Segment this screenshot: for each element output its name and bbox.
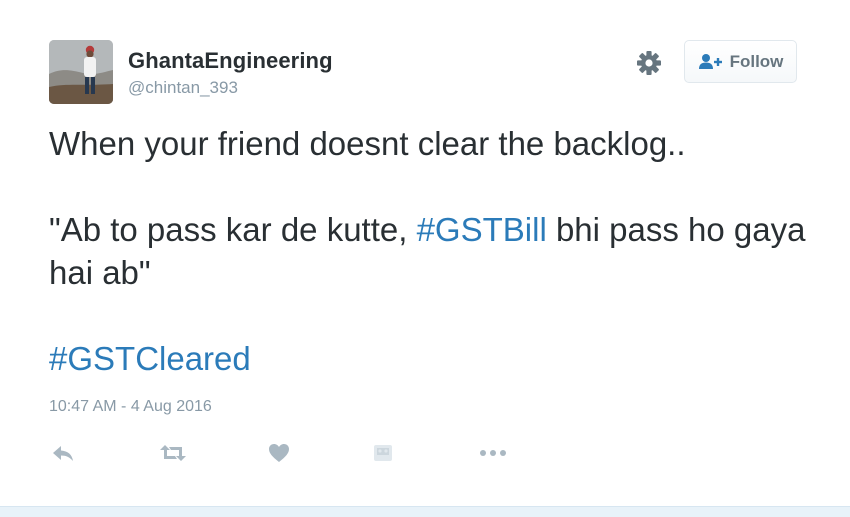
follow-button[interactable]: Follow [684, 40, 797, 83]
footer-strip [0, 506, 850, 517]
follow-label: Follow [729, 51, 784, 71]
avatar-photo [49, 40, 113, 104]
follow-user-icon [698, 53, 722, 69]
grayed-media-icon[interactable] [372, 440, 394, 466]
gear-icon[interactable] [636, 50, 662, 76]
retweet-icon[interactable] [156, 440, 190, 466]
more-icon[interactable] [478, 440, 508, 466]
avatar[interactable] [49, 40, 113, 104]
tweet-page: GhantaEngineering @chintan_393 Follow Wh… [0, 0, 850, 517]
hashtag-gstcleared[interactable]: #GSTCleared [49, 340, 251, 377]
author-name[interactable]: GhantaEngineering [128, 48, 333, 74]
tweet-line-2: "Ab to pass kar de kutte, #GSTBill bhi p… [49, 208, 809, 294]
tweet-timestamp[interactable]: 10:47 AM - 4 Aug 2016 [49, 398, 212, 416]
hashtag-gstbill[interactable]: #GSTBill [417, 211, 547, 248]
like-icon[interactable] [266, 440, 292, 466]
author-handle[interactable]: @chintan_393 [128, 78, 238, 98]
tweet-quote-start: "Ab to pass kar de kutte, [49, 211, 417, 248]
reply-icon[interactable] [49, 440, 77, 466]
tweet-text: When your friend doesnt clear the backlo… [49, 122, 809, 380]
tweet-line-1: When your friend doesnt clear the backlo… [49, 125, 686, 162]
gear-icon-graphic [637, 51, 661, 75]
